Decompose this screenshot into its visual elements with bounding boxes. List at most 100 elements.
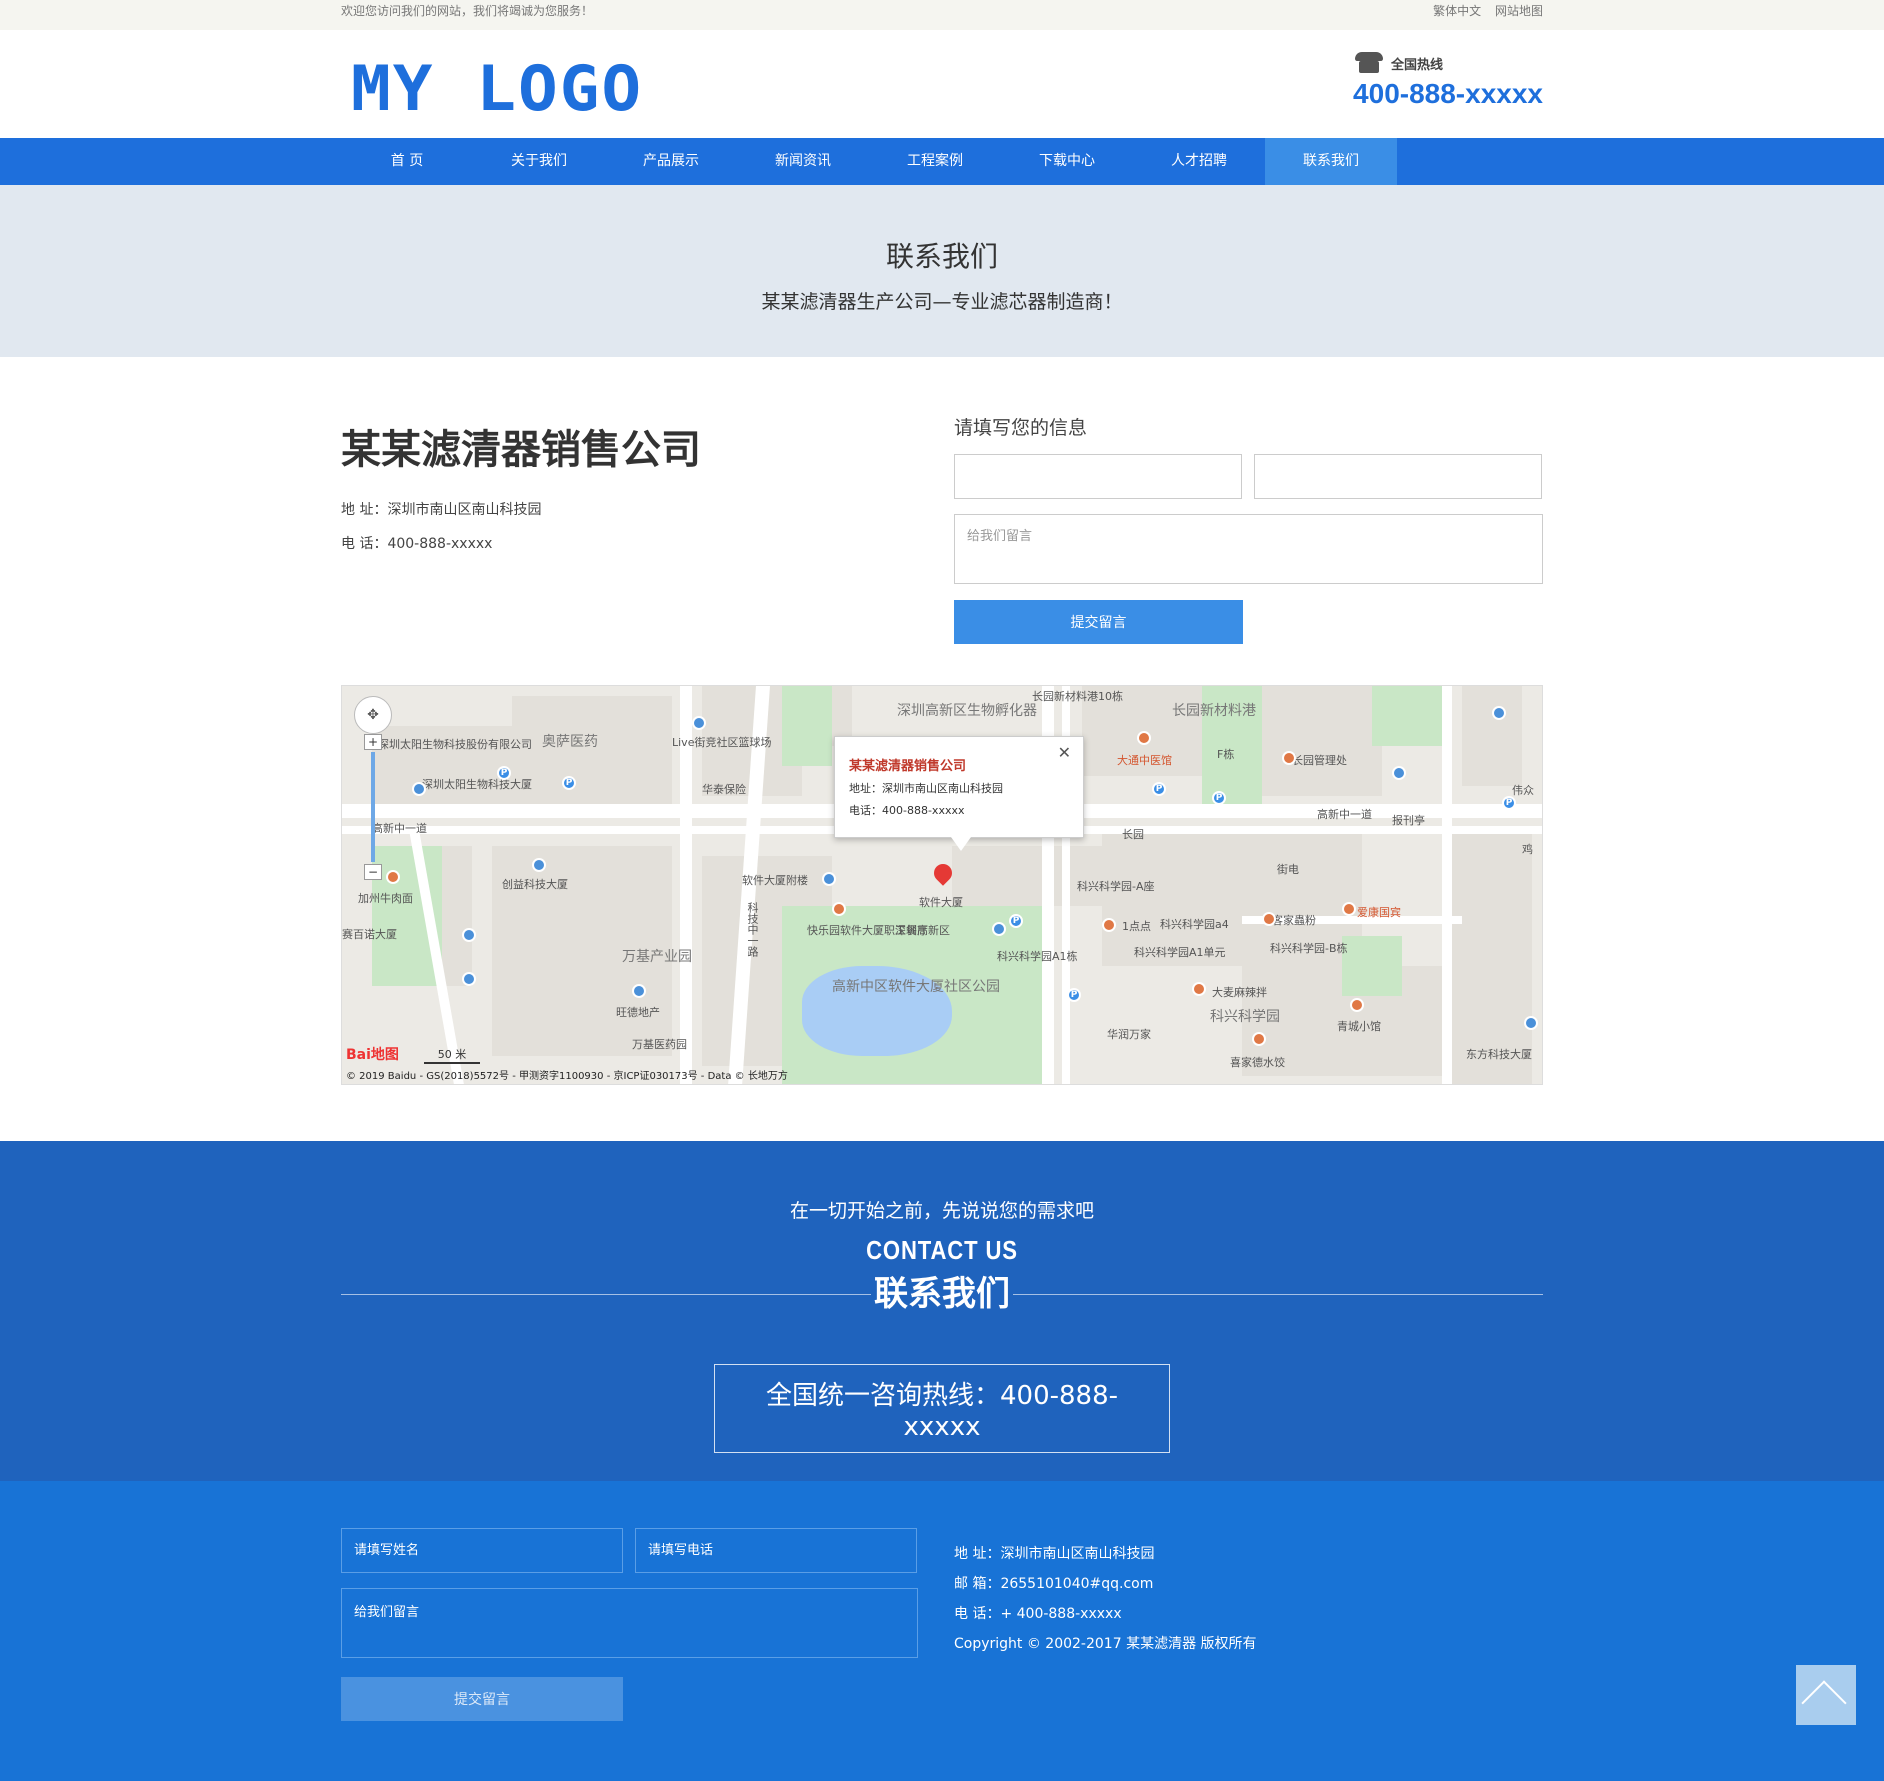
header: MY LOGO 全国热线 400-888-xxxxx (0, 30, 1884, 138)
phone-input[interactable] (1254, 454, 1542, 499)
map-label: 喜家德水饺 (1230, 1056, 1285, 1069)
zoom-out-button[interactable]: − (364, 864, 382, 880)
nav-news[interactable]: 新闻资讯 (737, 138, 869, 185)
footer-submit-button[interactable]: 提交留言 (341, 1677, 623, 1721)
footer-phone: 电 话：+ 400-888-xxxxx (954, 1606, 1122, 1622)
contact-section: 某某滤清器销售公司 地 址：深圳市南山区南山科技园 电 话：400-888-xx… (0, 357, 1884, 685)
pan-control-icon[interactable]: ✥ (354, 696, 392, 734)
nav-contact[interactable]: 联系我们 (1265, 138, 1397, 185)
parking-icon[interactable]: P (562, 776, 576, 790)
link-sitemap[interactable]: 网站地图 (1495, 4, 1543, 18)
map-label: 加州牛肉面 (358, 892, 413, 905)
map-label: 赛百诺大厦 (342, 928, 397, 941)
contact-us-banner: 在一切开始之前，先说说您的需求吧 CONTACT US 联系我们 全国统一咨询热… (0, 1141, 1884, 1481)
nav-home[interactable]: 首 页 (341, 138, 473, 185)
building-icon[interactable] (692, 716, 706, 730)
company-address: 地 址：深圳市南山区南山科技园 (341, 502, 542, 518)
map-label: 科兴科学园a4 (1160, 918, 1229, 931)
building-icon[interactable] (992, 922, 1006, 936)
footer-message-input[interactable] (341, 1588, 918, 1658)
map-label: 软件大厦附楼 (742, 874, 808, 887)
map-label: 科兴科学园A1单元 (1134, 946, 1226, 959)
parking-icon[interactable]: P (1009, 914, 1023, 928)
zoom-in-button[interactable]: + (364, 734, 382, 750)
map-label: 东方科技大厦 (1466, 1048, 1532, 1061)
close-icon[interactable]: ✕ (1058, 743, 1071, 762)
restaurant-icon[interactable] (1252, 1032, 1266, 1046)
restaurant-icon[interactable] (1350, 998, 1364, 1012)
baidu-map[interactable]: 深圳太阳生物科技股份有限公司 奥萨医药 Live街竞社区篮球场 深圳高新区生物孵… (341, 685, 1543, 1085)
parking-icon[interactable]: P (497, 766, 511, 780)
hotline: 全国热线 400-888-xxxxx (1353, 52, 1543, 110)
form-title: 请填写您的信息 (954, 417, 1088, 439)
hotline-label: 全国热线 (1391, 57, 1444, 73)
bus-stop-icon[interactable] (1492, 706, 1506, 720)
cta-english-title: CONTACT US (866, 1235, 1018, 1265)
map-label: 科兴科学园-B栋 (1270, 942, 1348, 955)
link-traditional-chinese[interactable]: 繁体中文 (1433, 4, 1481, 18)
building-icon[interactable] (632, 984, 646, 998)
map-label: 青城小馆 (1337, 1020, 1381, 1033)
nav-products[interactable]: 产品展示 (605, 138, 737, 185)
clinic-icon[interactable] (1342, 902, 1356, 916)
map-label: 大麦麻辣拌 (1212, 986, 1267, 999)
footer: 提交留言 地 址：深圳市南山区南山科技园 邮 箱：2655101040#qq.c… (0, 1481, 1884, 1781)
footer-copyright: Copyright © 2002-2017 某某滤清器 版权所有 (954, 1636, 1257, 1652)
footer-info: 地 址：深圳市南山区南山科技园 邮 箱：2655101040#qq.com 电 … (954, 1545, 1257, 1665)
map-label: F栋 (1217, 748, 1235, 761)
contact-form: 请填写您的信息 提交留言 (954, 413, 1543, 644)
map-label: 伟众 (1512, 784, 1534, 797)
parking-icon[interactable]: P (1212, 791, 1226, 805)
zoom-slider[interactable] (371, 752, 375, 862)
bus-stop-icon[interactable] (1392, 766, 1406, 780)
bus-stop-icon[interactable] (462, 928, 476, 942)
footer-phone-input[interactable] (635, 1528, 917, 1573)
restaurant-icon[interactable] (1262, 912, 1276, 926)
site-logo[interactable]: MY LOGO (351, 57, 643, 121)
nav-about[interactable]: 关于我们 (473, 138, 605, 185)
map-label: 大通中医馆 (1117, 754, 1172, 767)
hospital-icon[interactable] (1137, 731, 1151, 745)
map-label: 华泰保险 (702, 783, 746, 796)
telephone-icon (1353, 52, 1385, 74)
back-to-top-button[interactable] (1796, 1665, 1856, 1725)
baidu-map-logo: Bai地图 (346, 1047, 399, 1063)
building-icon[interactable] (1524, 1016, 1538, 1030)
nav-careers[interactable]: 人才招聘 (1133, 138, 1265, 185)
nav-cases[interactable]: 工程案例 (869, 138, 1001, 185)
map-label: 长园 (1122, 828, 1144, 841)
footer-name-input[interactable] (341, 1528, 623, 1573)
top-links: 繁体中文 网站地图 (1423, 2, 1543, 19)
landmark-icon[interactable] (1282, 751, 1296, 765)
restaurant-icon[interactable] (1192, 982, 1206, 996)
nav-downloads[interactable]: 下载中心 (1001, 138, 1133, 185)
bus-stop-icon[interactable] (462, 972, 476, 986)
map-label: 报刊亭 (1392, 814, 1425, 827)
building-icon[interactable] (412, 782, 426, 796)
name-input[interactable] (954, 454, 1242, 499)
parking-icon[interactable]: P (1502, 796, 1516, 810)
map-label: 深圳高新区 (895, 924, 950, 937)
page-banner: 联系我们 某某滤清器生产公司—专业滤芯器制造商！ (0, 185, 1884, 357)
company-info: 某某滤清器销售公司 地 址：深圳市南山区南山科技园 电 话：400-888-xx… (341, 417, 701, 553)
building-icon[interactable] (532, 858, 546, 872)
submit-button[interactable]: 提交留言 (954, 600, 1243, 644)
map-label: 华润万家 (1107, 1028, 1151, 1041)
message-input[interactable] (954, 514, 1543, 584)
parking-icon[interactable]: P (1067, 988, 1081, 1002)
restaurant-icon[interactable] (832, 902, 846, 916)
popup-phone: 电话：400-888-xxxxx (849, 804, 965, 817)
map-label: 奥萨医药 (542, 734, 598, 750)
hotline-number: 400-888-xxxxx (1353, 78, 1543, 109)
map-label: 高新中一道 (1317, 808, 1372, 821)
map-label: 高新中区软件大厦社区公园 (832, 979, 1000, 995)
popup-address: 地址：深圳市南山区南山科技园 (849, 782, 1003, 795)
parking-icon[interactable]: P (1152, 782, 1166, 796)
page-title: 联系我们 (885, 240, 998, 273)
building-icon[interactable] (822, 872, 836, 886)
map-scale: 50 米 (424, 1046, 480, 1064)
company-name: 某某滤清器销售公司 (341, 427, 701, 473)
map-label: 爱康国宾 (1357, 906, 1401, 919)
restaurant-icon[interactable] (1102, 918, 1116, 932)
footer-form: 提交留言 (341, 1528, 918, 1721)
